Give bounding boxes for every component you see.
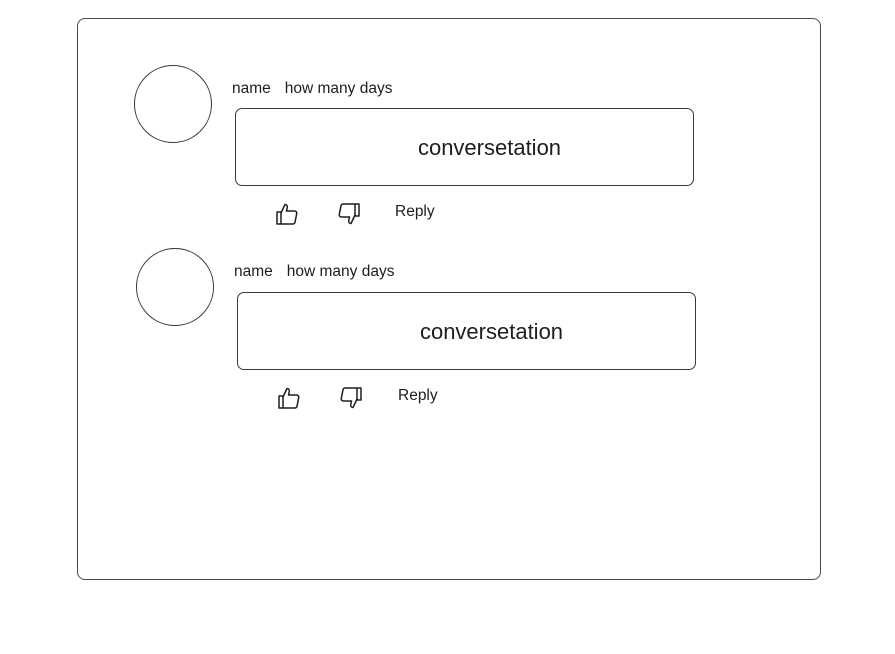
comment-age: how many days bbox=[286, 263, 395, 280]
like-button[interactable] bbox=[275, 202, 299, 226]
avatar bbox=[134, 65, 212, 143]
thumbs-up-icon bbox=[276, 203, 298, 225]
thumbs-down-icon bbox=[338, 203, 360, 225]
thumbs-down-icon bbox=[340, 387, 362, 409]
reply-button[interactable]: Reply bbox=[398, 387, 438, 405]
dislike-button[interactable] bbox=[337, 202, 361, 226]
dislike-button[interactable] bbox=[339, 386, 363, 410]
comment-bubble: conversetation bbox=[235, 108, 694, 186]
comment-meta: name how many days bbox=[234, 263, 394, 281]
avatar bbox=[136, 248, 214, 326]
comment-age: how many days bbox=[284, 80, 393, 97]
comment-text: conversetation bbox=[417, 135, 562, 160]
like-button[interactable] bbox=[277, 386, 301, 410]
thumbs-up-icon bbox=[278, 387, 300, 409]
comment-meta: name how many days bbox=[232, 80, 392, 98]
commenter-name: name bbox=[234, 263, 273, 280]
commenter-name: name bbox=[232, 80, 271, 97]
comment-bubble: conversetation bbox=[237, 292, 696, 370]
reply-button[interactable]: Reply bbox=[395, 203, 435, 221]
comment-text: conversetation bbox=[419, 319, 564, 344]
